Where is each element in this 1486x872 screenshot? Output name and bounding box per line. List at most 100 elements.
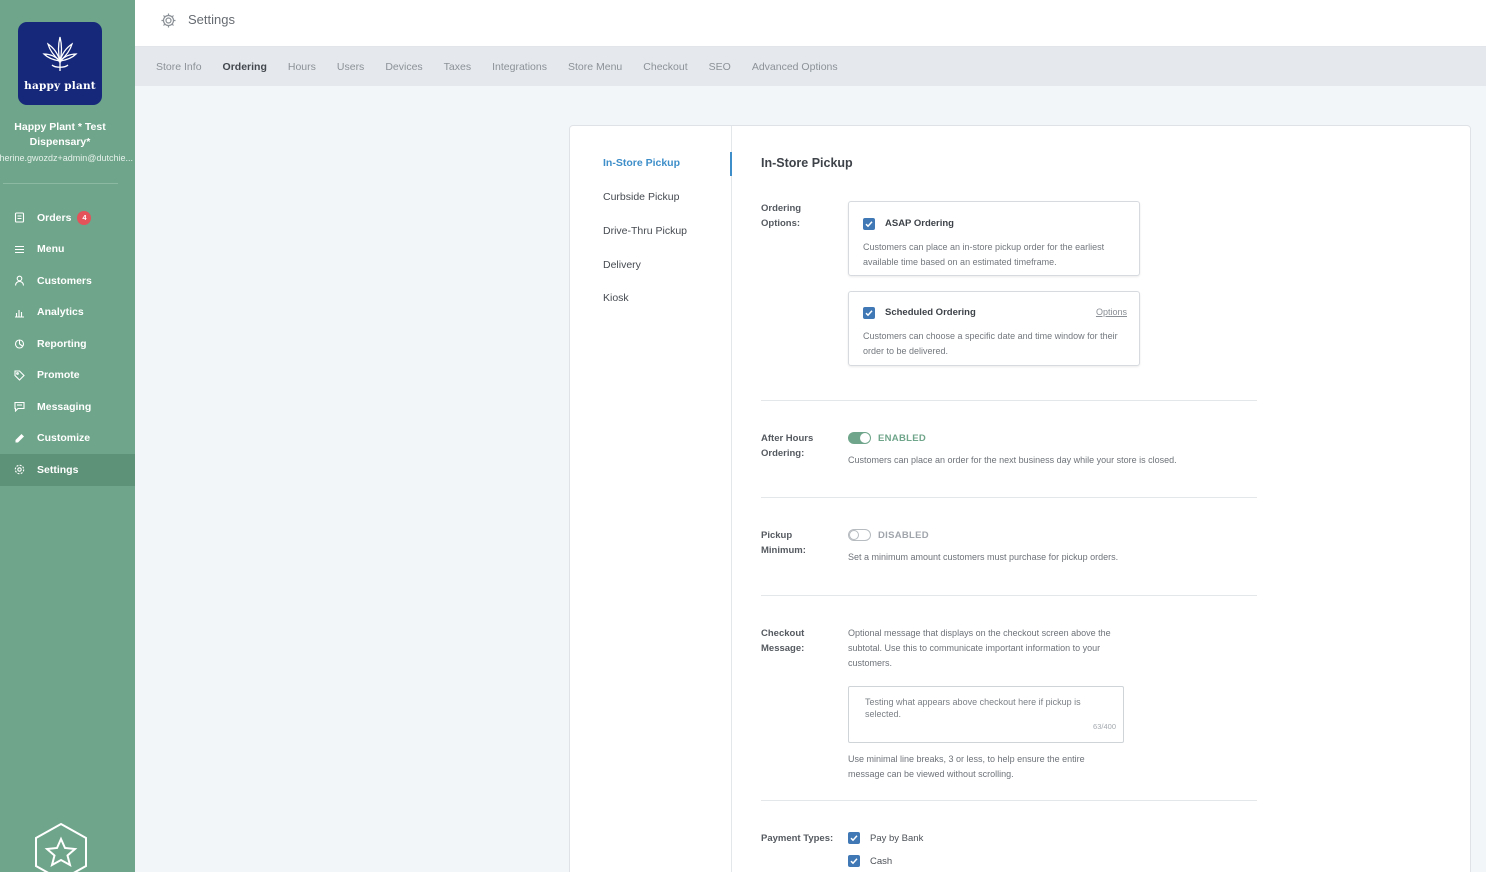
reporting-icon (14, 338, 25, 349)
character-counter: 63/400 (1093, 722, 1116, 731)
label-line: Pickup (761, 530, 793, 541)
subnav-curbside-pickup[interactable]: Curbside Pickup (603, 191, 679, 203)
subnav-kiosk[interactable]: Kiosk (603, 292, 629, 304)
sidebar-item-customize[interactable]: Customize (0, 423, 135, 455)
section-divider (761, 595, 1257, 596)
section-title: In-Store Pickup (761, 156, 853, 170)
pencil-icon (14, 433, 25, 444)
label-line: Checkout (761, 628, 805, 639)
sidebar-item-label: Messaging (37, 400, 92, 413)
section-divider (761, 800, 1257, 801)
payment-type-cash[interactable]: Cash (848, 855, 892, 867)
label-line: After Hours (761, 433, 814, 444)
payment-types-label: Payment Types: (761, 833, 834, 844)
tab-store-info[interactable]: Store Info (156, 61, 202, 73)
sidebar-item-label: Reporting (37, 337, 87, 350)
payment-type-label: Pay by Bank (870, 832, 924, 844)
scheduled-ordering-checkbox[interactable] (863, 307, 875, 319)
sidebar-item-label: Orders (37, 211, 72, 224)
label-line: Ordering: (761, 448, 805, 459)
tab-integrations[interactable]: Integrations (492, 61, 547, 73)
logo-text: happy plant (24, 80, 96, 92)
gear-icon (14, 464, 25, 475)
payment-type-pay-by-bank[interactable]: Pay by Bank (848, 832, 923, 844)
tab-taxes[interactable]: Taxes (444, 61, 471, 73)
sidebar-divider (3, 183, 118, 184)
cannabis-leaf-icon (42, 36, 78, 71)
check-icon (850, 858, 858, 865)
label-line: Message: (761, 643, 805, 654)
asap-ordering-title: ASAP Ordering (885, 218, 954, 229)
orders-icon (14, 212, 25, 223)
cash-checkbox[interactable] (848, 855, 860, 867)
menu-icon (14, 244, 25, 255)
sidebar-item-analytics[interactable]: Analytics (0, 297, 135, 329)
settings-gear-icon (161, 13, 176, 28)
section-divider (761, 400, 1257, 401)
check-icon (850, 835, 858, 842)
sidebar-item-reporting[interactable]: Reporting (0, 328, 135, 360)
toggle-knob (849, 530, 859, 540)
tab-devices[interactable]: Devices (385, 61, 422, 73)
tab-seo[interactable]: SEO (709, 61, 731, 73)
store-name: Happy Plant * Test Dispensary* (14, 121, 106, 148)
subnav-in-store-pickup[interactable]: In-Store Pickup (603, 157, 680, 169)
subnav-delivery[interactable]: Delivery (603, 259, 641, 271)
tab-ordering[interactable]: Ordering (223, 61, 267, 73)
sidebar-item-orders[interactable]: Orders 4 (0, 202, 135, 234)
sidebar-item-customers[interactable]: Customers (0, 265, 135, 297)
star-badge-icon[interactable] (30, 822, 92, 872)
scheduled-ordering-desc: Customers can choose a specific date and… (863, 331, 1118, 356)
checkout-message-hint: Use minimal line breaks, 3 or less, to h… (848, 754, 1085, 779)
analytics-icon (14, 307, 25, 318)
ordering-options-label: Ordering Options: (761, 201, 831, 231)
check-icon (865, 221, 873, 228)
ordering-subnav: In-Store Pickup Curbside Pickup Drive-Th… (570, 126, 732, 872)
subnav-drive-thru-pickup[interactable]: Drive-Thru Pickup (603, 225, 687, 237)
sidebar-item-label: Customers (37, 274, 92, 287)
asap-ordering-desc: Customers can place an in-store pickup o… (863, 242, 1105, 267)
label-line: Options: (761, 218, 801, 229)
customers-icon (14, 275, 25, 286)
page-title: Settings (188, 12, 235, 27)
checkout-message-textarea[interactable]: Testing what appears above checkout here… (848, 686, 1124, 743)
tab-users[interactable]: Users (337, 61, 364, 73)
orders-count-badge: 4 (77, 210, 92, 225)
tag-icon (14, 370, 25, 381)
ordering-settings-card: In-Store Pickup Curbside Pickup Drive-Th… (569, 125, 1471, 872)
scheduled-options-link[interactable]: Options (1096, 307, 1127, 317)
sidebar: happy plant Happy Plant * Test Dispensar… (0, 0, 135, 872)
sidebar-nav: Orders 4 Menu Customers Analytics Report… (0, 202, 135, 486)
store-logo[interactable]: happy plant (18, 22, 102, 105)
sidebar-item-label: Settings (37, 463, 79, 476)
after-hours-label: After Hours Ordering: (761, 431, 831, 461)
checkout-message-value: Testing what appears above checkout here… (865, 697, 1081, 719)
sidebar-item-messaging[interactable]: Messaging (0, 391, 135, 423)
tab-hours[interactable]: Hours (288, 61, 316, 73)
pickup-minimum-toggle[interactable] (848, 529, 871, 541)
tab-store-menu[interactable]: Store Menu (568, 61, 622, 73)
payment-type-label: Cash (870, 855, 893, 867)
after-hours-toggle[interactable] (848, 432, 871, 444)
tab-advanced-options[interactable]: Advanced Options (752, 61, 838, 73)
scheduled-ordering-title: Scheduled Ordering (885, 307, 976, 318)
page-header: Settings (135, 0, 1486, 47)
label-line: Ordering (761, 203, 802, 214)
sidebar-item-label: Analytics (37, 306, 84, 319)
toggle-knob (860, 433, 870, 443)
sidebar-item-label: Customize (37, 432, 91, 445)
pickup-minimum-state: DISABLED (878, 530, 929, 541)
tab-checkout[interactable]: Checkout (643, 61, 687, 73)
asap-ordering-checkbox[interactable] (863, 218, 875, 230)
after-hours-state: ENABLED (878, 433, 927, 444)
messaging-icon (14, 401, 25, 413)
asap-ordering-option: ASAP Ordering Customers can place an in-… (848, 201, 1140, 276)
in-store-pickup-content: In-Store Pickup Ordering Options: ASAP O… (732, 126, 1470, 872)
sidebar-item-promote[interactable]: Promote (0, 360, 135, 392)
sidebar-item-settings[interactable]: Settings (0, 454, 135, 486)
checkout-message-desc: Optional message that displays on the ch… (848, 628, 1111, 668)
check-icon (865, 310, 873, 317)
sidebar-item-menu[interactable]: Menu (0, 234, 135, 266)
pay-by-bank-checkbox[interactable] (848, 832, 860, 844)
scheduled-ordering-option: Scheduled Ordering Options Customers can… (848, 291, 1140, 366)
